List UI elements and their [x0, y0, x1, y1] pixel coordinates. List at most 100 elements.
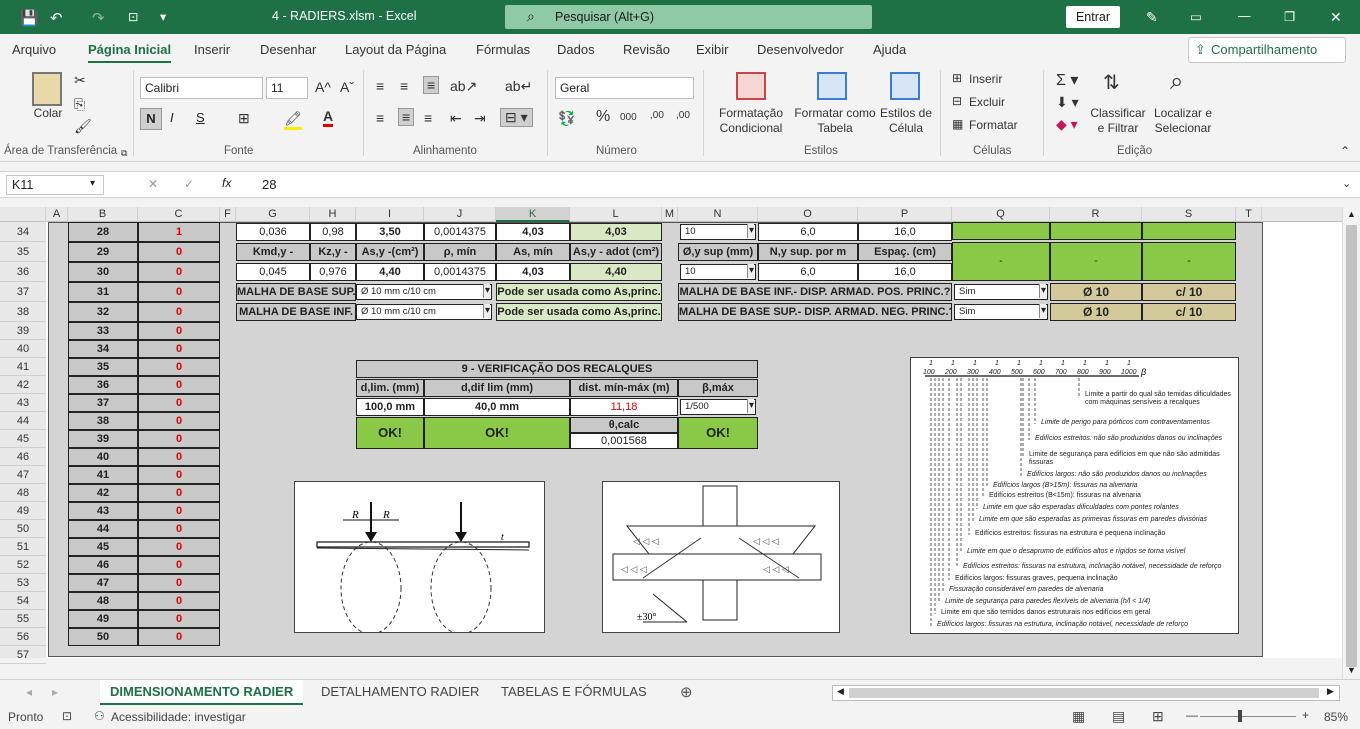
- row-header[interactable]: 55: [0, 610, 46, 628]
- list-item-c[interactable]: 0: [138, 556, 220, 574]
- list-item-c[interactable]: 0: [138, 448, 220, 466]
- list-item-b[interactable]: 38: [68, 412, 138, 430]
- macro-record-icon[interactable]: ⊡: [62, 709, 72, 723]
- list-item-b[interactable]: 31: [68, 282, 138, 302]
- horizontal-scrollbar[interactable]: ◀ ▶: [832, 685, 1340, 701]
- row-header[interactable]: 53: [0, 574, 46, 592]
- row-header[interactable]: 36: [0, 262, 46, 282]
- decrease-indent-icon[interactable]: ⇤: [450, 110, 462, 127]
- row-header[interactable]: 57: [0, 646, 46, 664]
- grow-font-icon[interactable]: A^: [315, 79, 331, 95]
- tab-formulas[interactable]: Fórmulas: [476, 42, 530, 57]
- font-color-icon[interactable]: A: [323, 108, 334, 127]
- list-item-b[interactable]: 49: [68, 610, 138, 628]
- cell-k36[interactable]: 4,03: [496, 263, 570, 281]
- status-accessibility[interactable]: Acessibilidade: investigar: [111, 710, 246, 724]
- list-item-b[interactable]: 33: [68, 322, 138, 340]
- delete-cells-button[interactable]: Excluir: [969, 95, 1005, 109]
- add-sheet-icon[interactable]: ⊕: [680, 683, 693, 701]
- sheet-tab-detalhamento[interactable]: DETALHAMENTO RADIER: [321, 684, 479, 699]
- col-header[interactable]: G: [236, 207, 310, 222]
- fill-icon[interactable]: ⬇ ▾: [1056, 94, 1079, 111]
- number-format-combo[interactable]: Geral: [555, 77, 694, 99]
- row-header[interactable]: 52: [0, 556, 46, 574]
- col-header[interactable]: L: [570, 207, 662, 222]
- list-item-c[interactable]: 0: [138, 242, 220, 262]
- list-item-b[interactable]: 39: [68, 430, 138, 448]
- col-header[interactable]: C: [138, 207, 220, 222]
- align-middle-icon[interactable]: ≡: [400, 78, 408, 94]
- list-item-b[interactable]: 40: [68, 448, 138, 466]
- find-select-button[interactable]: Localizar e Selecionar: [1148, 106, 1218, 136]
- cell-p36[interactable]: 16,0: [858, 263, 952, 281]
- signin-button[interactable]: Entrar: [1066, 6, 1120, 28]
- list-item-c[interactable]: 1: [138, 222, 220, 242]
- col-header[interactable]: R: [1050, 207, 1142, 222]
- percent-icon[interactable]: %: [596, 108, 610, 126]
- list-item-b[interactable]: 44: [68, 520, 138, 538]
- autosum-icon[interactable]: Σ ▾: [1056, 70, 1078, 90]
- tab-layout[interactable]: Layout da Página: [345, 42, 446, 57]
- clipboard-launcher-icon[interactable]: ⧉: [121, 148, 127, 159]
- decrease-decimal-icon[interactable]: ,00: [676, 110, 690, 121]
- comma-style-icon[interactable]: 000: [620, 112, 637, 123]
- cell-s37[interactable]: c/ 10: [1142, 283, 1236, 301]
- tab-prev-icon[interactable]: ◂: [26, 685, 32, 699]
- insert-cells-button[interactable]: Inserir: [969, 72, 1002, 86]
- worksheet-grid[interactable]: 28 29 30 31 32 33 34 35 36 37 38 39 40 41 42 43 44 45 46 47…: [46, 222, 1342, 658]
- tab-dados[interactable]: Dados: [557, 42, 595, 57]
- list-item-c[interactable]: 0: [138, 538, 220, 556]
- list-item-c[interactable]: 0: [138, 394, 220, 412]
- cell-r38[interactable]: Ø 10: [1050, 303, 1142, 321]
- font-size-combo[interactable]: 11: [266, 77, 308, 99]
- cancel-icon[interactable]: ✕: [148, 177, 158, 191]
- list-item-c[interactable]: 0: [138, 574, 220, 592]
- save-icon[interactable]: 💾: [20, 9, 39, 27]
- row-header[interactable]: 38: [0, 302, 46, 322]
- row-header[interactable]: 49: [0, 502, 46, 520]
- sim-dropdown-37[interactable]: Sim: [954, 284, 1048, 300]
- list-item-c[interactable]: 0: [138, 592, 220, 610]
- col-header[interactable]: M: [662, 207, 678, 222]
- list-item-b[interactable]: 43: [68, 502, 138, 520]
- list-item-b[interactable]: 47: [68, 574, 138, 592]
- list-item-b[interactable]: 29: [68, 242, 138, 262]
- vertical-scrollbar[interactable]: ▲ ▼: [1342, 207, 1360, 679]
- zoom-level[interactable]: 85%: [1324, 710, 1348, 724]
- row-header[interactable]: 56: [0, 628, 46, 646]
- row-header[interactable]: 51: [0, 538, 46, 556]
- vscroll-thumb[interactable]: [1346, 225, 1357, 667]
- fill-color-icon[interactable]: 🖍: [284, 110, 302, 130]
- redo-icon[interactable]: ↷: [92, 9, 105, 27]
- cell-h36[interactable]: 0,976: [310, 263, 356, 281]
- list-item-c[interactable]: 0: [138, 466, 220, 484]
- row-header[interactable]: 35: [0, 242, 46, 262]
- col-header[interactable]: O: [758, 207, 858, 222]
- list-item-b[interactable]: 28: [68, 222, 138, 242]
- cell-k34[interactable]: 4,03: [496, 223, 570, 241]
- undo-icon[interactable]: ↶: [50, 9, 63, 27]
- align-right-icon[interactable]: ≡: [424, 110, 432, 126]
- italic-button[interactable]: I: [170, 110, 174, 125]
- format-painter-icon[interactable]: 🖌: [74, 118, 92, 135]
- list-item-b[interactable]: 37: [68, 394, 138, 412]
- tab-ajuda[interactable]: Ajuda: [873, 42, 906, 57]
- cell-r34[interactable]: [1050, 222, 1142, 240]
- minimize-icon[interactable]: —: [1238, 9, 1251, 23]
- list-item-c[interactable]: 0: [138, 376, 220, 394]
- cell-g34[interactable]: 0,036: [236, 223, 310, 241]
- col-header[interactable]: K: [496, 207, 570, 222]
- list-item-b[interactable]: 35: [68, 358, 138, 376]
- malha-sup-dropdown[interactable]: Ø 10 mm c/10 cm: [356, 284, 492, 300]
- zoom-out-icon[interactable]: —: [1186, 708, 1198, 722]
- cell-s35[interactable]: -: [1142, 242, 1236, 281]
- col-header[interactable]: F: [220, 207, 236, 222]
- clear-icon[interactable]: ◆ ▾: [1056, 116, 1078, 133]
- row-header[interactable]: 39: [0, 322, 46, 340]
- hscroll-thumb[interactable]: [849, 688, 1319, 698]
- cell-ddif[interactable]: 40,0 mm: [424, 398, 570, 416]
- align-bottom-icon[interactable]: ≡: [423, 76, 440, 94]
- col-header[interactable]: H: [310, 207, 356, 222]
- pen-icon[interactable]: ✎: [1146, 9, 1158, 26]
- tab-next-icon[interactable]: ▸: [52, 685, 58, 699]
